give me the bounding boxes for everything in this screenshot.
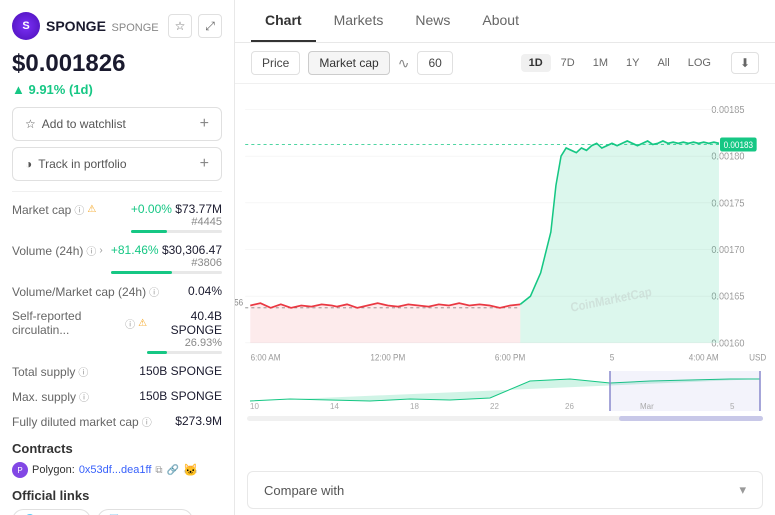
divider-1 — [12, 191, 222, 192]
svg-text:14: 14 — [330, 402, 339, 411]
svg-text:0.00183: 0.00183 — [724, 139, 754, 150]
mini-chart-svg: 10 14 18 22 26 Mar 5 — [247, 371, 763, 411]
time-log[interactable]: LOG — [680, 54, 719, 72]
diluted-market-row: Fully diluted market cap ⓘ $273.9M — [12, 412, 222, 431]
polygon-icon: P — [12, 462, 28, 478]
coin-logo: S — [12, 12, 40, 40]
svg-text:5: 5 — [610, 352, 615, 363]
market-cap-btn[interactable]: Market cap — [308, 51, 389, 75]
download-btn[interactable]: ⬇ — [731, 52, 759, 74]
svg-text:6:00 AM: 6:00 AM — [251, 352, 281, 363]
plus-icon: + — [200, 115, 209, 133]
circ-info-icon[interactable]: ⓘ — [125, 316, 135, 331]
chart-controls: Price Market cap ∿ 60 1D 7D 1M 1Y All LO… — [235, 43, 775, 84]
contracts-title: Contracts — [12, 441, 222, 456]
left-panel: S SPONGE SPONGE ☆ ⤢ $0.001826 ▲ 9.91% (1… — [0, 0, 235, 515]
volume-progress-fill — [111, 271, 172, 274]
track-portfolio-button[interactable]: ◑ Track in portfolio + — [12, 147, 222, 181]
svg-text:Mar: Mar — [640, 402, 654, 411]
svg-text:10: 10 — [250, 402, 259, 411]
volume-row: Volume (24h) ⓘ › +81.46% $30,306.47 #380… — [12, 241, 222, 276]
market-cap-info-icon[interactable]: ⓘ — [74, 202, 84, 217]
market-cap-warn-icon: ⚠ — [87, 204, 96, 215]
chart-area: 0.00185 0.00180 0.00175 0.00170 0.00165 … — [235, 84, 775, 465]
cat-emoji: 🐱 — [183, 463, 198, 477]
tab-bar: Chart Markets News About — [235, 0, 775, 43]
svg-text:5: 5 — [730, 402, 735, 411]
time-1d[interactable]: 1D — [521, 54, 551, 72]
tab-about[interactable]: About — [468, 0, 533, 42]
share-icon[interactable]: ⤢ — [198, 14, 222, 38]
star-icon[interactable]: ☆ — [168, 14, 192, 38]
market-cap-progress-fill — [131, 230, 167, 233]
max-supply-row: Max. supply ⓘ 150B SPONGE — [12, 387, 222, 406]
market-cap-row: Market cap ⓘ ⚠ +0.00% $73.77M #4445 — [12, 200, 222, 235]
volume-expand-icon[interactable]: › — [99, 245, 102, 256]
time-range-buttons: 1D 7D 1M 1Y All LOG — [521, 54, 719, 72]
plus-icon-2: + — [200, 155, 209, 173]
diluted-info-icon[interactable]: ⓘ — [142, 414, 152, 429]
time-all[interactable]: All — [649, 54, 677, 72]
svg-text:12:00 PM: 12:00 PM — [370, 352, 405, 363]
svg-text:USD: USD — [749, 352, 766, 363]
svg-text:4:00 AM: 4:00 AM — [689, 352, 719, 363]
circ-progress-fill — [147, 351, 167, 354]
svg-text:6:00 PM: 6:00 PM — [495, 352, 525, 363]
tab-markets[interactable]: Markets — [320, 0, 398, 42]
action-buttons: ☆ Add to watchlist + ◑ Track in portfoli… — [12, 107, 222, 181]
tab-news[interactable]: News — [401, 0, 464, 42]
coin-price: $0.001826 — [12, 50, 222, 78]
coin-header: S SPONGE SPONGE ☆ ⤢ — [12, 12, 222, 40]
price-change: ▲ 9.91% (1d) — [12, 82, 222, 97]
time-7d[interactable]: 7D — [553, 54, 583, 72]
circ-supply-row: Self-reported circulatin... ⓘ ⚠ 40.4B SP… — [12, 307, 222, 356]
compare-with-bar[interactable]: Compare with ▾ — [247, 471, 763, 509]
total-supply-info-icon[interactable]: ⓘ — [78, 364, 88, 379]
time-1y[interactable]: 1Y — [618, 54, 647, 72]
scroll-handle[interactable] — [619, 416, 763, 421]
link-out-icon[interactable]: 🔗 — [167, 465, 179, 476]
volume-progress — [111, 271, 222, 274]
circ-warn-icon: ⚠ — [138, 318, 147, 329]
main-chart-svg: 0.00185 0.00180 0.00175 0.00170 0.00165 … — [235, 92, 775, 372]
line-icon: ∿ — [398, 55, 410, 72]
scroll-bar[interactable] — [247, 416, 763, 421]
price-btn[interactable]: Price — [251, 51, 300, 75]
market-cap-progress — [131, 230, 222, 233]
circ-progress — [147, 351, 222, 354]
tab-chart[interactable]: Chart — [251, 0, 316, 42]
star-small-icon: ☆ — [25, 117, 36, 131]
chevron-down-icon: ▾ — [739, 482, 746, 498]
official-links-title: Official links — [12, 488, 222, 503]
interval-btn[interactable]: 60 — [417, 51, 452, 75]
svg-text:26: 26 — [565, 402, 574, 411]
right-panel: Chart Markets News About Price Market ca… — [235, 0, 775, 515]
svg-text:0.00185: 0.00185 — [711, 104, 745, 116]
svg-text:22: 22 — [490, 402, 499, 411]
coin-name: SPONGE — [46, 18, 106, 34]
time-1m[interactable]: 1M — [585, 54, 616, 72]
svg-text:0.001656: 0.001656 — [235, 297, 243, 308]
link-buttons: 🌐 Website 📄 Whitepaper — [12, 509, 222, 515]
volume-info-icon[interactable]: ⓘ — [86, 243, 96, 258]
mini-chart-area: 10 14 18 22 26 Mar 5 — [235, 371, 775, 421]
contract-row: P Polygon: 0x53df...dea1ff ⧉ 🔗 🐱 — [12, 462, 222, 478]
portfolio-icon: ◑ — [25, 157, 32, 171]
max-supply-info-icon[interactable]: ⓘ — [79, 389, 89, 404]
vol-mkt-info-icon[interactable]: ⓘ — [149, 284, 159, 299]
coin-symbol: SPONGE — [112, 22, 159, 34]
svg-text:18: 18 — [410, 402, 419, 411]
website-link[interactable]: 🌐 Website — [12, 509, 91, 515]
whitepaper-link[interactable]: 📄 Whitepaper — [97, 509, 193, 515]
copy-icon[interactable]: ⧉ — [155, 465, 162, 476]
add-watchlist-button[interactable]: ☆ Add to watchlist + — [12, 107, 222, 141]
volume-market-row: Volume/Market cap (24h) ⓘ 0.04% — [12, 282, 222, 301]
contract-address[interactable]: 0x53df...dea1ff — [79, 464, 152, 476]
total-supply-row: Total supply ⓘ 150B SPONGE — [12, 362, 222, 381]
